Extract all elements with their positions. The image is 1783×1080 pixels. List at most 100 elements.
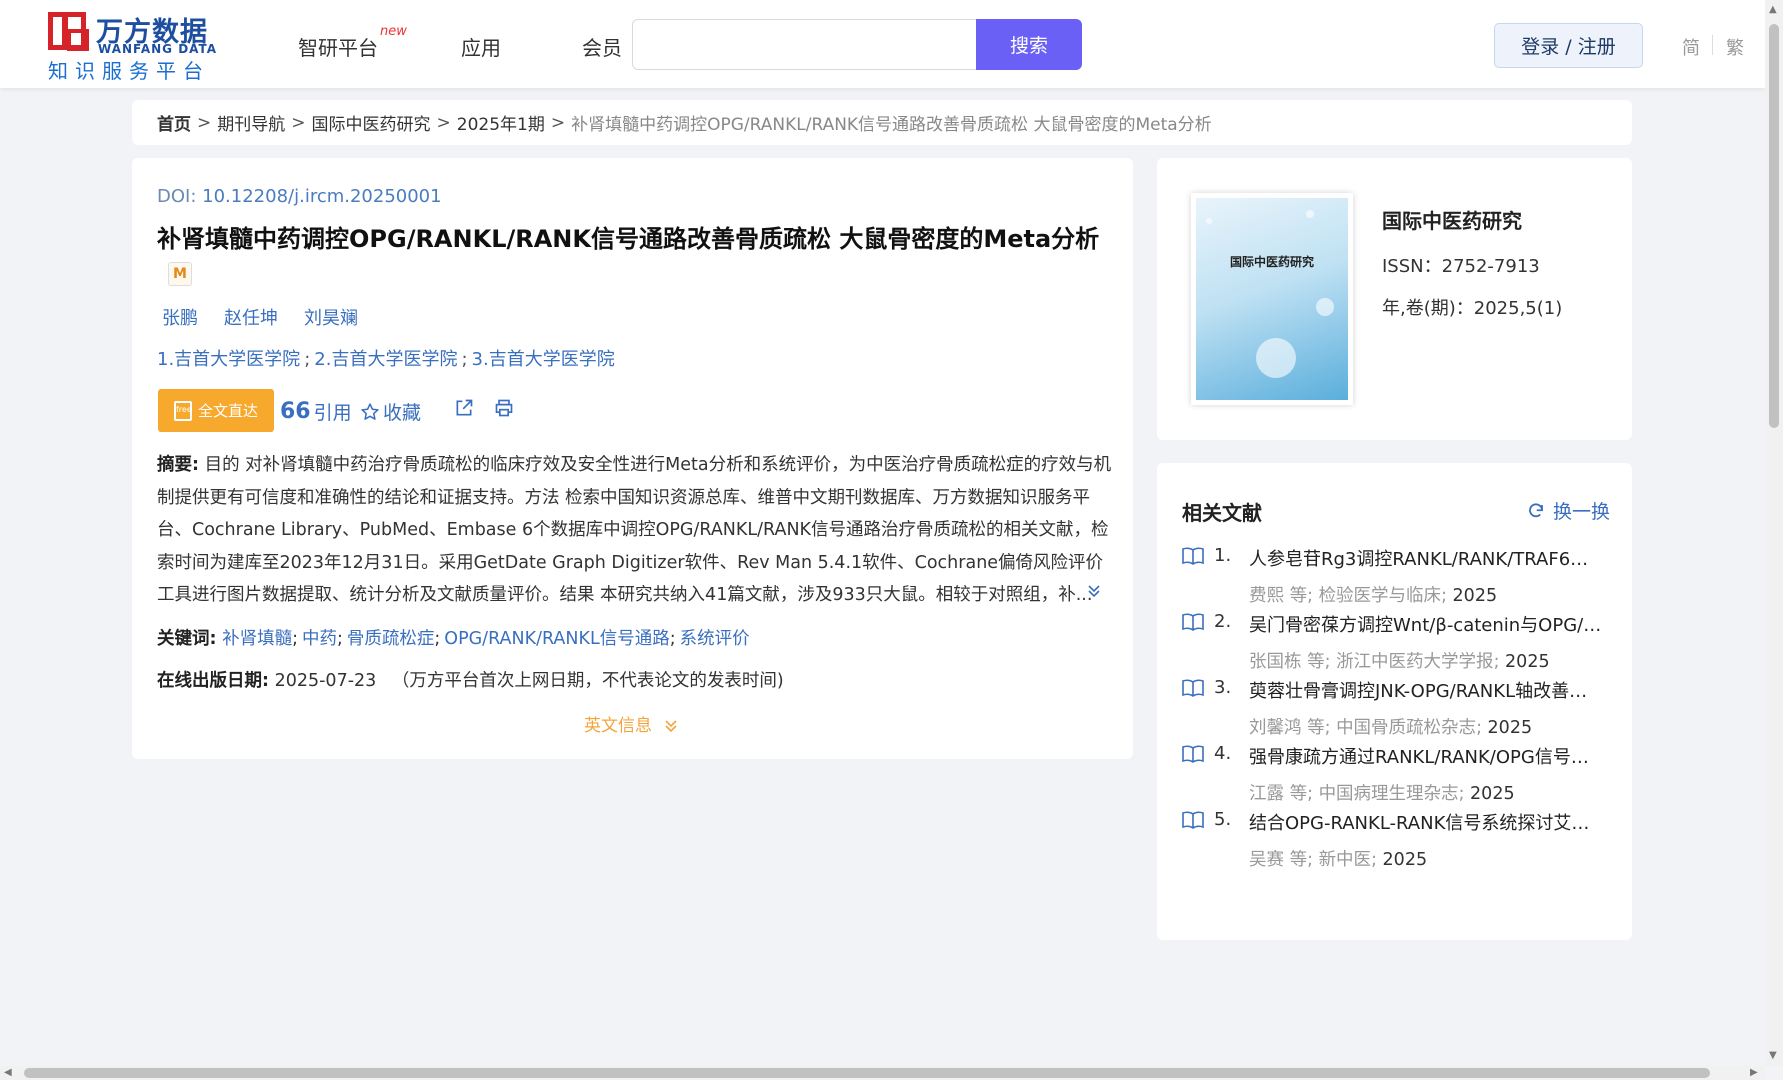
related-title-link[interactable]: 人参皂苷Rg3调控RANKL/RANK/TRAF6信号通路	[1249, 545, 1604, 571]
book-icon	[1182, 547, 1204, 565]
chevron-down-icon	[665, 720, 677, 733]
pubdate-value: 2025-07-23	[274, 671, 377, 691]
related-semicolon: ;	[1371, 850, 1377, 870]
journal-cover[interactable]: 国际中医药研究	[1191, 193, 1353, 405]
english-info-toggle[interactable]: 英文信息	[584, 711, 679, 736]
m-badge-icon[interactable]: M	[168, 262, 192, 286]
scroll-down-icon[interactable]: ▼	[1769, 1050, 1777, 1061]
breadcrumb-separator: >	[436, 112, 451, 133]
related-title: 相关文献	[1182, 501, 1262, 525]
logo-en-text: WANFANG DATA	[98, 42, 218, 56]
lang-simplified[interactable]: 简	[1682, 34, 1700, 60]
scroll-up-icon[interactable]: ▲	[1769, 4, 1777, 15]
fulltext-label: 全文直达	[197, 402, 258, 420]
related-year: 2025	[1382, 850, 1428, 870]
cover-title: 国际中医药研究	[1229, 255, 1314, 269]
horizontal-scroll-thumb[interactable]	[24, 1068, 1710, 1078]
affiliation-link[interactable]: 1.吉首大学医学院	[157, 349, 300, 370]
vertical-scrollbar[interactable]: ▲ ▼	[1765, 0, 1783, 1066]
cover-decoration	[1256, 338, 1296, 378]
favorite-label: 收藏	[383, 402, 422, 424]
related-author[interactable]: 江露	[1249, 784, 1284, 804]
keyword-link[interactable]: 系统评价	[680, 629, 750, 649]
pubdate-label: 在线出版日期:	[157, 671, 269, 691]
wanfang-logo[interactable]: 万方数据 WANFANG DATA 知识服务平台	[48, 10, 218, 83]
breadcrumb-home[interactable]: 首页	[157, 110, 191, 135]
related-source[interactable]: 浙江中医药大学学报	[1336, 652, 1494, 672]
print-button[interactable]	[494, 398, 514, 418]
related-meta: 吴赛 等; 新中医; 2025	[1249, 846, 1427, 871]
related-author[interactable]: 费熙	[1249, 586, 1284, 606]
keyword-link[interactable]: 补肾填髓	[222, 629, 292, 649]
refresh-button[interactable]: 换一换	[1527, 497, 1610, 524]
scroll-left-icon[interactable]: ◀	[4, 1067, 12, 1078]
affiliation-link[interactable]: 3.吉首大学医学院	[472, 349, 615, 370]
scroll-right-icon[interactable]: ▶	[1750, 1067, 1758, 1078]
related-year: 2025	[1452, 586, 1498, 606]
related-title-link[interactable]: 萸蓉壮骨膏调控JNK-OPG/RANKL轴改善绝经后骨质	[1249, 677, 1604, 703]
search-input[interactable]	[632, 19, 977, 70]
related-title-link[interactable]: 吴门骨密葆方调控Wnt/β-catenin与OPG/RANKL	[1249, 611, 1604, 637]
related-semicolon: ;	[1441, 586, 1447, 606]
nav-membership[interactable]: 会员	[582, 32, 622, 61]
author-link[interactable]: 张鹏	[162, 304, 198, 330]
nav-label: 会员	[582, 36, 622, 60]
related-number: 2.	[1214, 611, 1232, 632]
cite-button[interactable]: 66 引用	[280, 398, 352, 425]
english-info-label: 英文信息	[584, 716, 652, 736]
affiliation-link[interactable]: 2.吉首大学医学院	[314, 349, 457, 370]
share-button[interactable]	[454, 398, 474, 418]
keyword-separator: ;	[669, 629, 676, 649]
author-list: 张鹏 赵任坤 刘昊斓	[162, 304, 358, 330]
expand-abstract-icon[interactable]	[1086, 583, 1102, 603]
related-semicolon: ;	[1458, 784, 1465, 804]
lang-traditional[interactable]: 繁	[1726, 34, 1744, 60]
vertical-scroll-thumb[interactable]	[1769, 24, 1779, 428]
keyword-link[interactable]: OPG/RANK/RANKL信号通路	[444, 629, 669, 649]
journal-name[interactable]: 国际中医药研究	[1382, 205, 1522, 234]
breadcrumb-journal-nav[interactable]: 期刊导航	[217, 110, 285, 135]
affiliation-separator: ;	[304, 349, 311, 370]
related-source[interactable]: 中国病理生理杂志	[1319, 784, 1459, 804]
related-number: 1.	[1214, 545, 1232, 566]
book-icon	[1182, 745, 1204, 763]
related-title-link[interactable]: 强骨康疏方通过RANKL/RANK/OPG信号通路调控	[1249, 743, 1604, 769]
fulltext-button[interactable]: free 全文直达	[158, 389, 274, 432]
affiliation-separator: ;	[461, 349, 468, 370]
wanfang-logo-mark	[48, 12, 89, 51]
search-button[interactable]: 搜索	[976, 19, 1082, 70]
related-author[interactable]: 刘馨鸿	[1249, 718, 1302, 738]
refresh-icon	[1529, 502, 1543, 517]
nav-apps[interactable]: 应用	[461, 32, 501, 61]
star-icon	[361, 402, 379, 420]
keyword-link[interactable]: 中药	[302, 629, 337, 649]
keywords-label: 关键词:	[157, 629, 217, 649]
nav-zhiyan-platform[interactable]: 智研平台	[298, 32, 378, 61]
related-source[interactable]: 检验医学与临床	[1319, 586, 1442, 606]
keyword-link[interactable]: 骨质疏松症	[347, 629, 435, 649]
affiliation-list: 1.吉首大学医学院; 2.吉首大学医学院; 3.吉首大学医学院	[157, 345, 615, 371]
related-source[interactable]: 中国骨质疏松杂志	[1336, 718, 1476, 738]
book-icon	[1182, 613, 1204, 631]
author-link[interactable]: 赵任坤	[224, 304, 278, 330]
favorite-button[interactable]: 收藏	[360, 398, 421, 425]
login-register-button[interactable]: 登录 / 注册	[1494, 23, 1643, 68]
related-author[interactable]: 吴赛	[1249, 850, 1284, 870]
breadcrumb-issue[interactable]: 2025年1期	[457, 110, 545, 135]
related-source[interactable]: 新中医	[1319, 850, 1372, 870]
breadcrumb-separator: >	[197, 112, 212, 133]
article-card: DOI: 10.12208/j.ircm.20250001 补肾填髓中药调控OP…	[132, 158, 1133, 759]
keyword-separator: ;	[336, 629, 343, 649]
pubdate-row: 在线出版日期: 2025-07-23 （万方平台首次上网日期，不代表论文的发表时…	[157, 667, 784, 692]
author-link[interactable]: 刘昊斓	[304, 304, 358, 330]
horizontal-scrollbar[interactable]: ◀ ▶	[0, 1066, 1765, 1080]
doi-link[interactable]: 10.12208/j.ircm.20250001	[202, 186, 441, 207]
breadcrumb: 首页 > 期刊导航 > 国际中医药研究 > 2025年1期 > 补肾填髓中药调控…	[132, 100, 1632, 145]
refresh-label: 换一换	[1553, 501, 1611, 523]
keyword-list: 关键词: 补肾填髓; 中药; 骨质疏松症; OPG/RANK/RANKL信号通路; 系统…	[157, 625, 750, 650]
related-title-link[interactable]: 结合OPG-RANKL-RANK信号系统探讨艾灸治疗	[1249, 809, 1604, 835]
related-articles-card: 相关文献 换一换 1. 人参皂苷Rg3调控RANKL/RANK/TRAF6信号通…	[1157, 463, 1632, 940]
breadcrumb-journal[interactable]: 国际中医药研究	[312, 110, 431, 135]
related-number: 3.	[1214, 677, 1232, 698]
related-author[interactable]: 张国栋	[1249, 652, 1302, 672]
